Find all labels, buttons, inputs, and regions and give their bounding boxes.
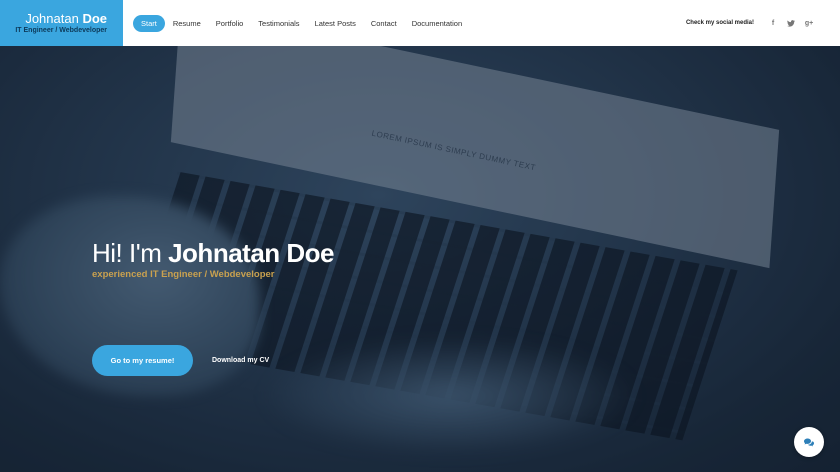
twitter-icon[interactable] bbox=[782, 14, 800, 32]
download-cv-link[interactable]: Download my CV bbox=[212, 357, 269, 364]
social-label: Check my social media! bbox=[685, 20, 754, 26]
brand-name: Johnatan Doe bbox=[25, 10, 107, 26]
nav-item-portfolio[interactable]: Portfolio bbox=[209, 15, 251, 32]
nav-item-latest-posts[interactable]: Latest Posts bbox=[308, 15, 363, 32]
nav-item-start[interactable]: Start bbox=[133, 14, 165, 32]
hero-greeting: Hi! I'm Johnatan Doe bbox=[92, 237, 335, 269]
brand-first-name: Johnatan bbox=[25, 10, 79, 26]
chat-button[interactable] bbox=[794, 427, 824, 457]
hero-actions: Go to my resume! Download my CV bbox=[92, 345, 269, 376]
greeting-prefix: Hi! I'm bbox=[92, 238, 162, 268]
main-nav: Start Resume Portfolio Testimonials Late… bbox=[133, 0, 470, 46]
chat-bubbles-icon bbox=[804, 438, 814, 446]
hero-name: Johnatan Doe bbox=[168, 238, 335, 268]
hero-tagline: experienced IT Engineer / Webdeveloper bbox=[92, 269, 275, 280]
brand-logo[interactable]: Johnatan Doe IT Engineer / Webdeveloper bbox=[0, 0, 123, 46]
brand-last-name: Doe bbox=[82, 10, 107, 26]
nav-item-resume[interactable]: Resume bbox=[166, 15, 208, 32]
nav-item-documentation[interactable]: Documentation bbox=[405, 15, 469, 32]
google-plus-icon[interactable]: g+ bbox=[800, 14, 818, 32]
facebook-icon[interactable]: f bbox=[764, 14, 782, 32]
nav-item-contact[interactable]: Contact bbox=[364, 15, 404, 32]
social-links: Check my social media! f g+ bbox=[686, 0, 818, 46]
go-to-resume-button[interactable]: Go to my resume! bbox=[92, 345, 193, 376]
brand-subtitle: IT Engineer / Webdeveloper bbox=[15, 26, 107, 34]
hero-content: Hi! I'm Johnatan Doe experienced IT Engi… bbox=[92, 237, 335, 280]
site-header: Johnatan Doe IT Engineer / Webdeveloper … bbox=[0, 0, 840, 46]
nav-item-testimonials[interactable]: Testimonials bbox=[251, 15, 306, 32]
